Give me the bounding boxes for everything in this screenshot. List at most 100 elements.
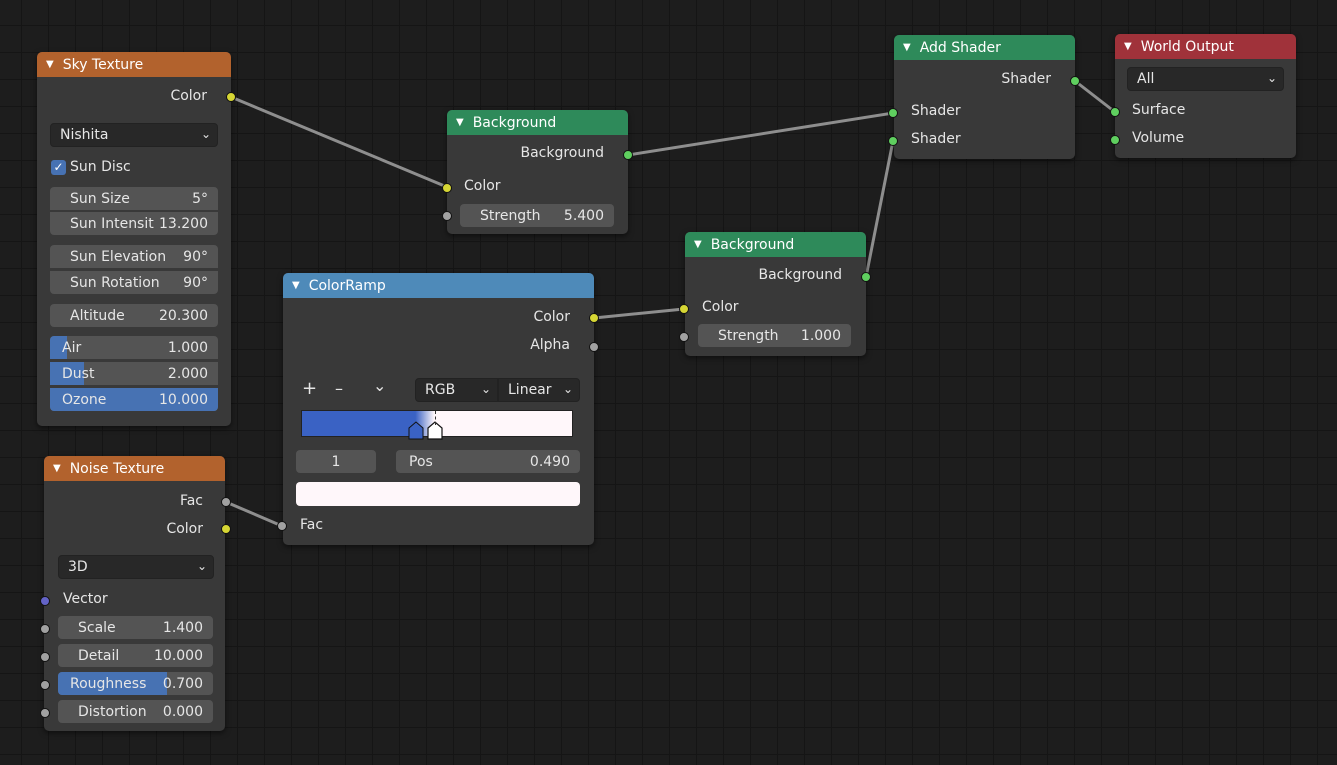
interpolation-select[interactable]: Linear ⌄ — [498, 378, 580, 402]
bg2-background-output-socket[interactable] — [861, 272, 871, 282]
noise-scale-input-socket[interactable] — [40, 624, 50, 634]
roughness-slider[interactable]: Roughness 0.700 — [58, 672, 213, 695]
add-shader-output-socket[interactable] — [1070, 76, 1080, 86]
ramp-fac-input-socket[interactable] — [277, 521, 287, 531]
bg1-strength-input-socket[interactable] — [442, 211, 452, 221]
ramp-menu-chevron-icon[interactable]: ⌄ — [373, 376, 386, 395]
world-surface-input-socket[interactable] — [1110, 107, 1120, 117]
field-label: Sun Elevation — [70, 248, 167, 265]
background-header[interactable]: ▼ Background — [447, 110, 628, 135]
output-label-color: Color — [170, 88, 207, 104]
distortion-field[interactable]: Distortion 0.000 — [58, 700, 213, 723]
field-label: Distortion — [78, 703, 147, 720]
remove-stop-button[interactable]: – — [335, 379, 343, 398]
field-value: 13.200 — [159, 215, 208, 232]
field-value: 20.300 — [159, 307, 208, 324]
bg1-color-input-socket[interactable] — [442, 183, 452, 193]
add-stop-button[interactable]: + — [302, 378, 317, 399]
field-label: Air — [62, 339, 82, 356]
background-node-2[interactable]: ▼ Background Background Color Strength 1… — [685, 232, 866, 356]
input-label-volume: Volume — [1132, 130, 1185, 146]
add-shader-header[interactable]: ▼ Add Shader — [894, 35, 1075, 60]
world-output-header[interactable]: ▼ World Output — [1115, 34, 1296, 59]
sun-intensity-field[interactable]: Sun Intensit 13.200 — [50, 212, 218, 235]
collapse-triangle-icon[interactable]: ▼ — [53, 463, 61, 474]
noise-dimension-select[interactable]: 3D ⌄ — [58, 555, 214, 579]
noise-roughness-input-socket[interactable] — [40, 680, 50, 690]
ozone-slider[interactable]: Ozone 10.000 — [50, 388, 218, 411]
select-value: Linear — [508, 382, 552, 398]
noise-texture-header[interactable]: ▼ Noise Texture — [44, 456, 225, 481]
sky-type-select[interactable]: Nishita ⌄ — [50, 123, 218, 147]
node-title: Background — [472, 114, 557, 131]
sky-texture-node[interactable]: ▼ Sky Texture Color Nishita ⌄ ✓ Sun Disc… — [37, 52, 231, 426]
ramp-color-output-socket[interactable] — [589, 313, 599, 323]
sun-rotation-field[interactable]: Sun Rotation 90° — [50, 271, 218, 294]
sky-texture-header[interactable]: ▼ Sky Texture — [37, 52, 231, 77]
ramp-active-stop-marker — [435, 411, 436, 425]
noise-detail-input-socket[interactable] — [40, 652, 50, 662]
field-value: 0.490 — [529, 453, 570, 470]
ramp-stop-handles[interactable] — [405, 421, 445, 441]
air-slider[interactable]: Air 1.000 — [50, 336, 218, 359]
background-node-1[interactable]: ▼ Background Background Color Strength 5… — [447, 110, 628, 234]
strength-field[interactable]: Strength 1.000 — [698, 324, 851, 347]
input-label-vector: Vector — [63, 591, 108, 607]
sun-disc-label: Sun Disc — [70, 159, 131, 175]
noise-color-output-socket[interactable] — [221, 524, 231, 534]
collapse-triangle-icon[interactable]: ▼ — [903, 42, 911, 53]
input-label-color: Color — [464, 178, 501, 194]
collapse-triangle-icon[interactable]: ▼ — [1124, 41, 1132, 52]
dust-slider[interactable]: Dust 2.000 — [50, 362, 218, 385]
add-shader-input-socket-2[interactable] — [888, 136, 898, 146]
stop-position-field[interactable]: Pos 0.490 — [396, 450, 580, 473]
world-volume-input-socket[interactable] — [1110, 135, 1120, 145]
colorramp-node[interactable]: ▼ ColorRamp Color Alpha + – ⌄ RGB ⌄ Line… — [283, 273, 594, 545]
chevron-down-icon: ⌄ — [562, 382, 573, 396]
noise-texture-node[interactable]: ▼ Noise Texture Fac Color 3D ⌄ Vector Sc… — [44, 456, 225, 731]
bg1-background-output-socket[interactable] — [623, 150, 633, 160]
node-title: Add Shader — [919, 39, 1001, 56]
collapse-triangle-icon[interactable]: ▼ — [694, 239, 702, 250]
collapse-triangle-icon[interactable]: ▼ — [46, 59, 54, 70]
collapse-triangle-icon[interactable]: ▼ — [456, 117, 464, 128]
field-label: Altitude — [70, 307, 125, 324]
active-stop-index-field[interactable]: 1 — [296, 450, 376, 473]
field-label: Pos — [409, 453, 433, 470]
noise-vector-input-socket[interactable] — [40, 596, 50, 606]
sun-disc-checkbox[interactable]: ✓ — [51, 160, 66, 175]
scale-field[interactable]: Scale 1.400 — [58, 616, 213, 639]
field-value: 0.000 — [162, 703, 203, 720]
world-output-node[interactable]: ▼ World Output All ⌄ Surface Volume — [1115, 34, 1296, 158]
colorramp-header[interactable]: ▼ ColorRamp — [283, 273, 594, 298]
chevron-down-icon: ⌄ — [196, 559, 207, 573]
add-shader-input-socket-1[interactable] — [888, 108, 898, 118]
sun-size-field[interactable]: Sun Size 5° — [50, 187, 218, 210]
detail-field[interactable]: Detail 10.000 — [58, 644, 213, 667]
field-label: Sun Rotation — [70, 274, 160, 291]
strength-field[interactable]: Strength 5.400 — [460, 204, 614, 227]
noise-distortion-input-socket[interactable] — [40, 708, 50, 718]
add-shader-node[interactable]: ▼ Add Shader Shader Shader Shader — [894, 35, 1075, 159]
sky-color-output-socket[interactable] — [226, 92, 236, 102]
ramp-alpha-output-socket[interactable] — [589, 342, 599, 352]
bg2-strength-input-socket[interactable] — [679, 332, 689, 342]
sun-elevation-field[interactable]: Sun Elevation 90° — [50, 245, 218, 268]
bg2-color-input-socket[interactable] — [679, 304, 689, 314]
select-value: RGB — [425, 382, 456, 398]
field-value: 10.000 — [159, 391, 208, 408]
render-target-select[interactable]: All ⌄ — [1127, 67, 1284, 91]
altitude-field[interactable]: Altitude 20.300 — [50, 304, 218, 327]
color-mode-select[interactable]: RGB ⌄ — [415, 378, 498, 402]
link-noise-fac-to-ramp-fac — [224, 500, 284, 528]
noise-fac-output-socket[interactable] — [221, 497, 231, 507]
field-label: Sun Intensit — [70, 215, 154, 232]
stop-color-swatch[interactable] — [296, 482, 580, 506]
collapse-triangle-icon[interactable]: ▼ — [292, 280, 300, 291]
link-bg2-to-addshader — [864, 139, 895, 279]
output-label-color: Color — [166, 521, 203, 537]
background-header[interactable]: ▼ Background — [685, 232, 866, 257]
link-ramp-color-to-bg2-color — [592, 307, 686, 320]
select-value: All — [1137, 71, 1155, 87]
chevron-down-icon: ⌄ — [200, 127, 211, 141]
